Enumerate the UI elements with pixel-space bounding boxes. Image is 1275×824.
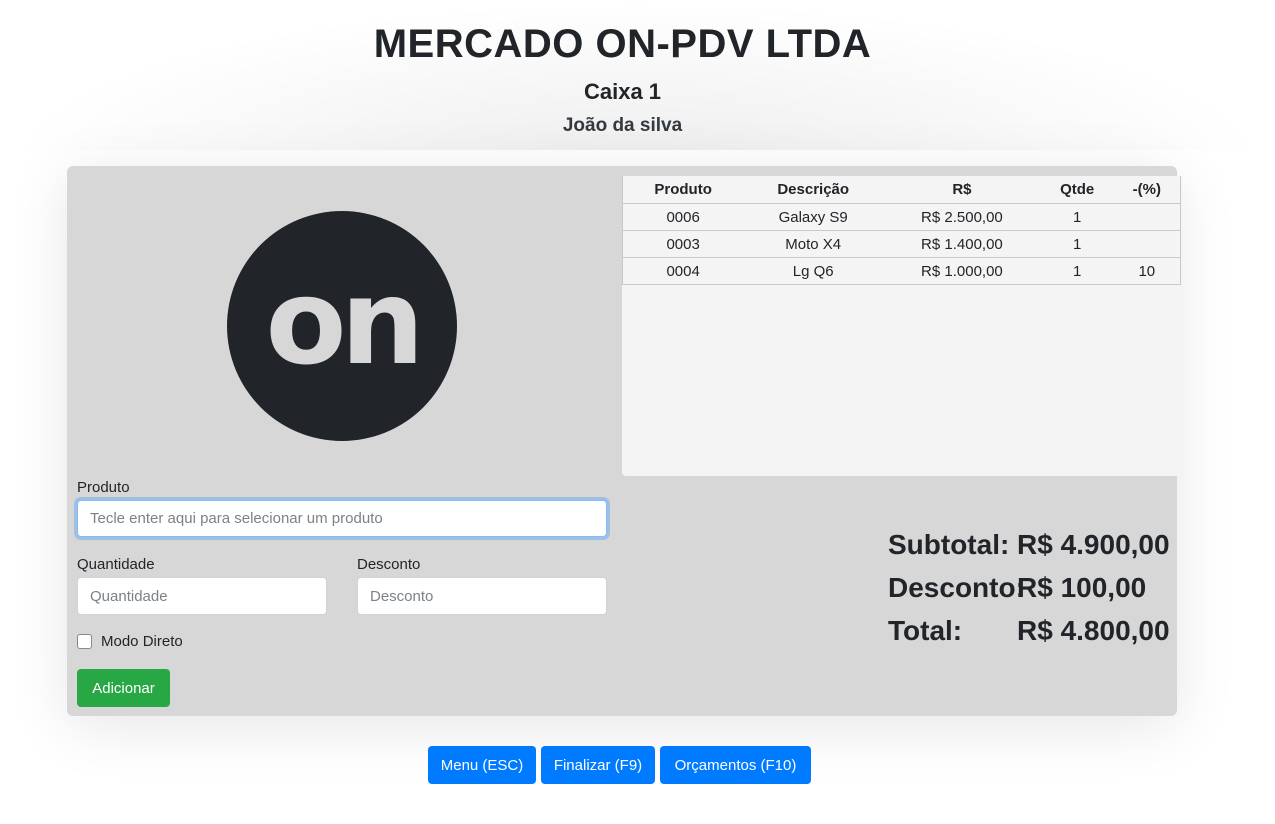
direct-mode-label[interactable]: Modo Direto: [101, 633, 183, 650]
col-produto: Produto: [622, 176, 744, 204]
table-row[interactable]: 0004 Lg Q6 R$ 1.000,00 1 10: [622, 257, 1181, 285]
discount-label: Desconto: [357, 556, 421, 573]
cell-descricao: Moto X4: [743, 230, 884, 258]
cell-qtde: 1: [1040, 230, 1114, 258]
discount-input[interactable]: [357, 577, 607, 615]
product-input[interactable]: [77, 500, 607, 537]
pos-panel: on Produto Descrição R$ Qtde -(%) 0006 G…: [67, 166, 1182, 716]
cart-table: Produto Descrição R$ Qtde -(%) 0006 Gala…: [622, 176, 1181, 285]
cell-desconto: [1113, 230, 1181, 258]
col-qtde: Qtde: [1040, 176, 1114, 204]
cell-produto: 0006: [622, 203, 744, 231]
cell-produto: 0003: [622, 230, 744, 258]
cart-table-container: Produto Descrição R$ Qtde -(%) 0006 Gala…: [622, 176, 1182, 476]
table-row[interactable]: 0003 Moto X4 R$ 1.400,00 1: [622, 230, 1181, 258]
table-row[interactable]: 0006 Galaxy S9 R$ 2.500,00 1: [622, 203, 1181, 231]
total-value: R$ 4.800,00: [1017, 615, 1170, 646]
on-logo: on: [227, 211, 457, 441]
company-name: MERCADO ON-PDV LTDA: [373, 22, 872, 66]
finish-button[interactable]: Finalizar (F9): [541, 746, 655, 784]
cell-preco: R$ 2.500,00: [883, 203, 1041, 231]
col-desconto: -(%): [1113, 176, 1181, 204]
cart-header-row: Produto Descrição R$ Qtde -(%): [622, 176, 1181, 204]
menu-button[interactable]: Menu (ESC): [428, 746, 536, 784]
direct-mode-checkbox[interactable]: [77, 634, 92, 649]
register-name: Caixa 1: [583, 79, 662, 104]
cell-descricao: Lg Q6: [743, 257, 884, 285]
cell-descricao: Galaxy S9: [743, 203, 884, 231]
cell-desconto: 10: [1113, 257, 1181, 285]
cell-qtde: 1: [1040, 203, 1114, 231]
product-label: Produto: [77, 479, 130, 496]
cell-produto: 0004: [622, 257, 744, 285]
col-preco: R$: [883, 176, 1041, 204]
cell-preco: R$ 1.400,00: [883, 230, 1041, 258]
header: MERCADO ON-PDV LTDA Caixa 1 João da silv…: [0, 0, 1275, 150]
quantity-label: Quantidade: [77, 556, 155, 573]
add-button[interactable]: Adicionar: [77, 669, 170, 707]
subtotal-value: R$ 4.900,00: [1017, 529, 1170, 560]
total-label: Total:: [888, 615, 963, 646]
quotes-button[interactable]: Orçamentos (F10): [660, 746, 811, 784]
discount-total-value: R$ 100,00: [1017, 572, 1147, 603]
col-descricao: Descrição: [743, 176, 884, 204]
quantity-input[interactable]: [77, 577, 327, 615]
discount-total-label: Desconto:: [888, 572, 1025, 603]
subtotal-label: Subtotal:: [888, 529, 1010, 560]
operator-name: João da silva: [562, 115, 683, 136]
logo-text: on: [265, 253, 424, 391]
cell-preco: R$ 1.000,00: [883, 257, 1041, 285]
cell-desconto: [1113, 203, 1181, 231]
cell-qtde: 1: [1040, 257, 1114, 285]
